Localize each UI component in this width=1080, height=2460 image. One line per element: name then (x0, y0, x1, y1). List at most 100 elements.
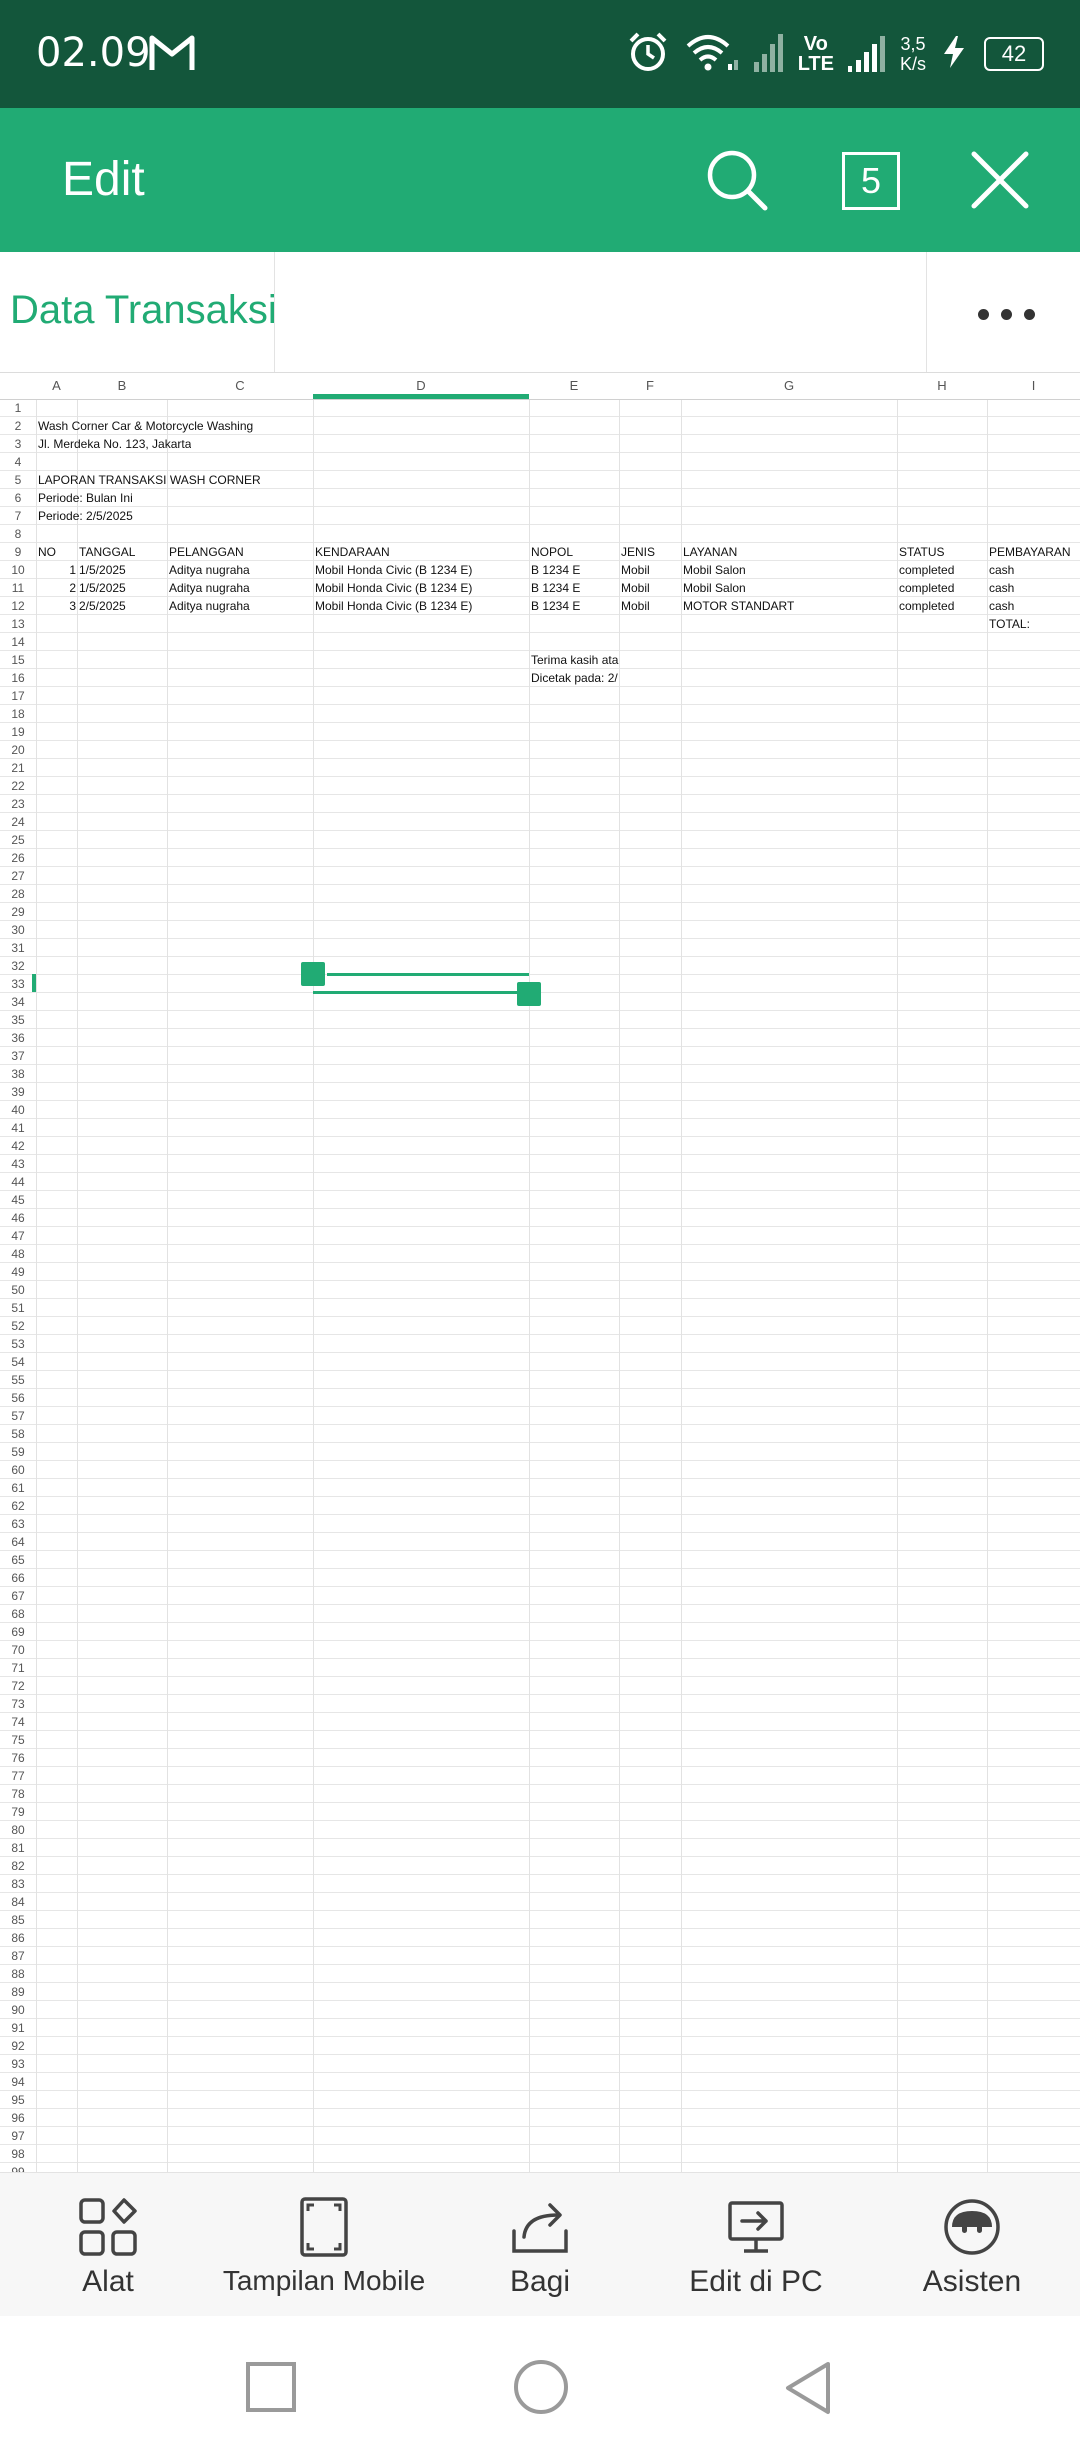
row-number[interactable]: 32 (0, 959, 36, 973)
cell-layanan[interactable]: Mobil Salon (683, 581, 746, 595)
cell-status[interactable]: completed (899, 563, 954, 577)
row-number[interactable]: 27 (0, 869, 36, 883)
row-number[interactable]: 91 (0, 2021, 36, 2035)
row-number[interactable]: 67 (0, 1589, 36, 1603)
row-number[interactable]: 23 (0, 797, 36, 811)
row-number[interactable]: 48 (0, 1247, 36, 1261)
alat-button[interactable]: Alat (0, 2173, 216, 2317)
row-number[interactable]: 74 (0, 1715, 36, 1729)
row-number[interactable]: 64 (0, 1535, 36, 1549)
row-number[interactable]: 81 (0, 1841, 36, 1855)
header-jenis[interactable]: JENIS (621, 545, 655, 559)
edit-di-pc-button[interactable]: Edit di PC (648, 2173, 864, 2317)
row-number[interactable]: 28 (0, 887, 36, 901)
row-number[interactable]: 29 (0, 905, 36, 919)
cell-layanan[interactable]: Mobil Salon (683, 563, 746, 577)
cell-status[interactable]: completed (899, 581, 954, 595)
row-number[interactable]: 98 (0, 2147, 36, 2161)
row-number[interactable]: 26 (0, 851, 36, 865)
row-number[interactable]: 46 (0, 1211, 36, 1225)
cell-tanggal[interactable]: 1/5/2025 (79, 563, 126, 577)
cell-a6[interactable]: Periode: Bulan Ini (38, 491, 133, 505)
row-number[interactable]: 19 (0, 725, 36, 739)
row-number[interactable]: 52 (0, 1319, 36, 1333)
row-number[interactable]: 69 (0, 1625, 36, 1639)
row-number[interactable]: 78 (0, 1787, 36, 1801)
tabs-count-button[interactable]: 5 (842, 152, 900, 210)
row-number[interactable]: 66 (0, 1571, 36, 1585)
column-header-f[interactable]: F (619, 378, 681, 393)
cell-pelanggan[interactable]: Aditya nugraha (169, 581, 250, 595)
header-no[interactable]: NO (38, 545, 56, 559)
row-number[interactable]: 57 (0, 1409, 36, 1423)
cell-nopol[interactable]: B 1234 E (531, 581, 580, 595)
row-number[interactable]: 38 (0, 1067, 36, 1081)
column-header-d[interactable]: D (313, 378, 529, 393)
row-number[interactable]: 4 (0, 455, 36, 469)
row-number[interactable]: 59 (0, 1445, 36, 1459)
column-header-e[interactable]: E (529, 378, 619, 393)
selection-handle-end[interactable] (517, 982, 541, 1006)
row-number[interactable]: 7 (0, 509, 36, 523)
row-number[interactable]: 60 (0, 1463, 36, 1477)
column-header-c[interactable]: C (167, 378, 313, 393)
cell-pelanggan[interactable]: Aditya nugraha (169, 563, 250, 577)
cell-e16[interactable]: Dicetak pada: 2/ (531, 671, 621, 685)
row-number[interactable]: 90 (0, 2003, 36, 2017)
row-number[interactable]: 35 (0, 1013, 36, 1027)
row-number[interactable]: 37 (0, 1049, 36, 1063)
row-number[interactable]: 3 (0, 437, 36, 451)
cell-a3[interactable]: Jl. Merdeka No. 123, Jakarta (38, 437, 191, 451)
row-number[interactable]: 39 (0, 1085, 36, 1099)
cell-kendaraan[interactable]: Mobil Honda Civic (B 1234 E) (315, 581, 472, 595)
row-number[interactable]: 88 (0, 1967, 36, 1981)
close-icon[interactable] (968, 148, 1032, 212)
row-number[interactable]: 45 (0, 1193, 36, 1207)
row-number[interactable]: 73 (0, 1697, 36, 1711)
cell-a2[interactable]: Wash Corner Car & Motorcycle Washing (38, 419, 253, 433)
row-number[interactable]: 95 (0, 2093, 36, 2107)
home-icon[interactable] (512, 2358, 570, 2416)
row-number[interactable]: 43 (0, 1157, 36, 1171)
sheet-tab-data-transaksi[interactable]: Data Transaksi (10, 288, 277, 333)
cell-pembayaran[interactable]: cash (989, 581, 1014, 595)
cell-pembayaran[interactable]: cash (989, 563, 1014, 577)
tampilan-mobile-button[interactable]: Tampilan Mobile (216, 2173, 432, 2317)
header-tanggal[interactable]: TANGGAL (79, 545, 135, 559)
row-number[interactable]: 85 (0, 1913, 36, 1927)
cell-i13[interactable]: TOTAL: (989, 617, 1030, 631)
row-number[interactable]: 89 (0, 1985, 36, 1999)
row-number[interactable]: 47 (0, 1229, 36, 1243)
header-kendaraan[interactable]: KENDARAAN (315, 545, 390, 559)
cell-kendaraan[interactable]: Mobil Honda Civic (B 1234 E) (315, 599, 472, 613)
row-number[interactable]: 21 (0, 761, 36, 775)
cell-status[interactable]: completed (899, 599, 954, 613)
row-number[interactable]: 18 (0, 707, 36, 721)
header-layanan[interactable]: LAYANAN (683, 545, 737, 559)
asisten-button[interactable]: Asisten (864, 2173, 1080, 2317)
row-number[interactable]: 16 (0, 671, 36, 685)
header-status[interactable]: STATUS (899, 545, 945, 559)
row-number[interactable]: 80 (0, 1823, 36, 1837)
cell-a7[interactable]: Periode: 2/5/2025 (38, 509, 133, 523)
row-number[interactable]: 49 (0, 1265, 36, 1279)
row-number[interactable]: 40 (0, 1103, 36, 1117)
row-number[interactable]: 68 (0, 1607, 36, 1621)
cell-tanggal[interactable]: 2/5/2025 (79, 599, 126, 613)
row-number[interactable]: 96 (0, 2111, 36, 2125)
cell-no[interactable]: 1 (38, 563, 76, 577)
row-number[interactable]: 51 (0, 1301, 36, 1315)
row-number[interactable]: 20 (0, 743, 36, 757)
bagi-button[interactable]: Bagi (432, 2173, 648, 2317)
recents-icon[interactable] (244, 2360, 300, 2416)
row-number[interactable]: 77 (0, 1769, 36, 1783)
cell-tanggal[interactable]: 1/5/2025 (79, 581, 126, 595)
row-number[interactable]: 12 (0, 599, 36, 613)
cell-jenis[interactable]: Mobil (621, 581, 650, 595)
row-number[interactable]: 75 (0, 1733, 36, 1747)
row-number[interactable]: 8 (0, 527, 36, 541)
cell-pembayaran[interactable]: cash (989, 599, 1014, 613)
selection-handle-start[interactable] (301, 962, 325, 986)
row-number[interactable]: 34 (0, 995, 36, 1009)
cell-nopol[interactable]: B 1234 E (531, 563, 580, 577)
